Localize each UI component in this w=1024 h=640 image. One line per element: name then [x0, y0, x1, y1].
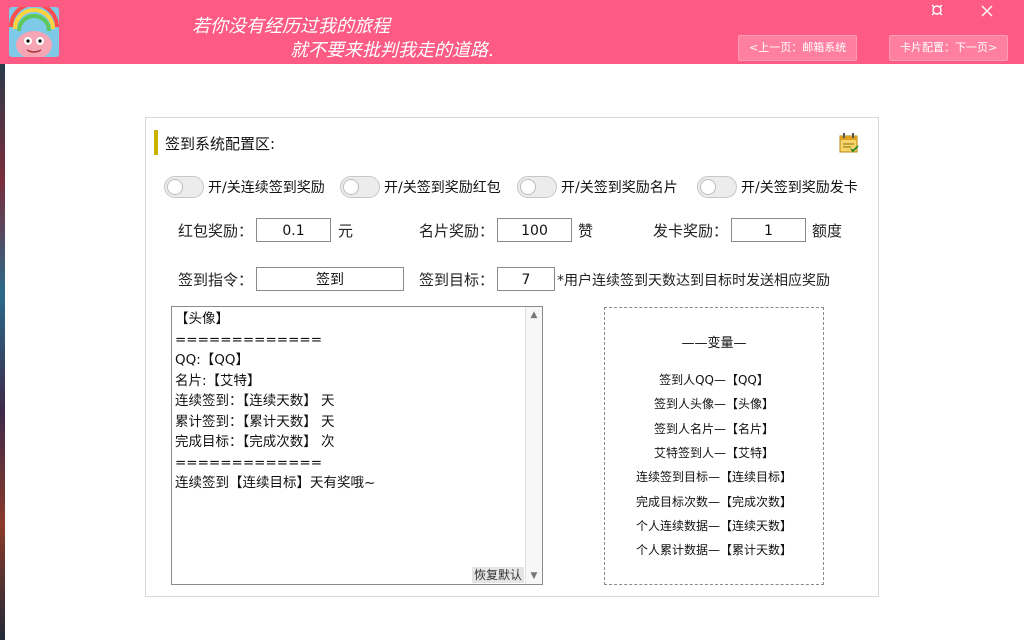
variable-item: 签到人名片—【名片】: [653, 422, 774, 436]
toggle-switch[interactable]: [164, 176, 204, 198]
desktop-background-strip: [0, 64, 5, 640]
slogan-line-1: 若你没有经历过我的旅程: [192, 16, 390, 37]
issue-unit: 额度: [812, 222, 843, 240]
variables-title: ——变量—: [681, 336, 747, 351]
pin-button[interactable]: [918, 2, 956, 24]
toggle-label: 开/关连续签到奖励: [208, 180, 325, 196]
target-input[interactable]: 7: [497, 267, 555, 291]
toggle-label: 开/关签到奖励红包: [384, 180, 501, 196]
restore-default-button[interactable]: 恢复默认: [471, 567, 524, 583]
target-note: *用户连续签到天数达到目标时发送相应奖励: [557, 273, 830, 289]
toggle-continuous-reward[interactable]: 开/关连续签到奖励: [164, 176, 325, 198]
card-input[interactable]: 100: [497, 218, 572, 242]
toggle-issue-reward[interactable]: 开/关签到奖励发卡: [697, 176, 858, 198]
redpacket-unit: 元: [338, 222, 354, 240]
signin-config-panel: 签到系统配置区: 开/关连续签到奖励 开/关签到奖励红包 开/关签到奖励名片 开…: [145, 117, 879, 597]
panel-title: 签到系统配置区:: [165, 135, 276, 153]
toggle-redpacket-reward[interactable]: 开/关签到奖励红包: [340, 176, 501, 198]
redpacket-input[interactable]: 0.1: [256, 218, 331, 242]
variable-item: 艾特签到人—【艾特】: [653, 446, 774, 460]
slogan-line-2: 就不要来批判我走的道路.: [290, 40, 494, 61]
variable-item: 连续签到目标—【连续目标】: [635, 470, 792, 484]
toggle-switch[interactable]: [340, 176, 380, 198]
textarea-scrollbar[interactable]: ▲ ▼: [525, 307, 542, 584]
variables-legend: ——变量— 签到人QQ—【QQ】 签到人头像—【头像】 签到人名片—【名片】 艾…: [604, 307, 824, 585]
issue-input[interactable]: 1: [731, 218, 806, 242]
title-accent-bar: [154, 130, 158, 155]
toggle-switch[interactable]: [517, 176, 557, 198]
target-label: 签到目标：: [419, 271, 495, 289]
issue-label: 发卡奖励：: [653, 222, 729, 240]
toggle-label: 开/关签到奖励发卡: [741, 180, 858, 196]
pin-icon: [930, 4, 944, 21]
header-bar: 若你没有经历过我的旅程 就不要来批判我走的道路. <上一页：邮箱系统 卡片配置：…: [0, 0, 1024, 64]
toggle-card-reward[interactable]: 开/关签到奖励名片: [517, 176, 678, 198]
toggle-switch[interactable]: [697, 176, 737, 198]
calendar-icon[interactable]: [838, 132, 860, 154]
card-label: 名片奖励：: [419, 222, 495, 240]
redpacket-label: 红包奖励：: [178, 222, 254, 240]
variable-item: 个人连续数据—【连续天数】: [635, 519, 792, 533]
scroll-up-icon[interactable]: ▲: [526, 307, 542, 323]
command-label: 签到指令：: [178, 271, 254, 289]
signin-template-textarea[interactable]: 【头像】 ============= QQ:【QQ】 名片:【艾特】 连续签到：【连续天…: [171, 306, 543, 585]
command-input[interactable]: 签到: [256, 267, 404, 291]
template-text: 【头像】 ============= QQ:【QQ】 名片:【艾特】 连续签到：【连续天…: [175, 311, 376, 491]
next-page-button[interactable]: 卡片配置：下一页>: [889, 35, 1009, 61]
close-icon: [981, 5, 993, 21]
card-unit: 赞: [578, 222, 594, 240]
variable-item: 签到人QQ—【QQ】: [659, 373, 769, 387]
scroll-down-icon[interactable]: ▼: [526, 568, 542, 584]
variable-item: 签到人头像—【头像】: [653, 397, 774, 411]
close-button[interactable]: [968, 2, 1006, 24]
prev-page-button[interactable]: <上一页：邮箱系统: [738, 35, 858, 61]
variable-item: 完成目标次数—【完成次数】: [635, 495, 792, 509]
toggle-label: 开/关签到奖励名片: [561, 180, 678, 196]
variable-item: 个人累计数据—【累计天数】: [635, 543, 792, 557]
avatar[interactable]: [9, 7, 59, 57]
